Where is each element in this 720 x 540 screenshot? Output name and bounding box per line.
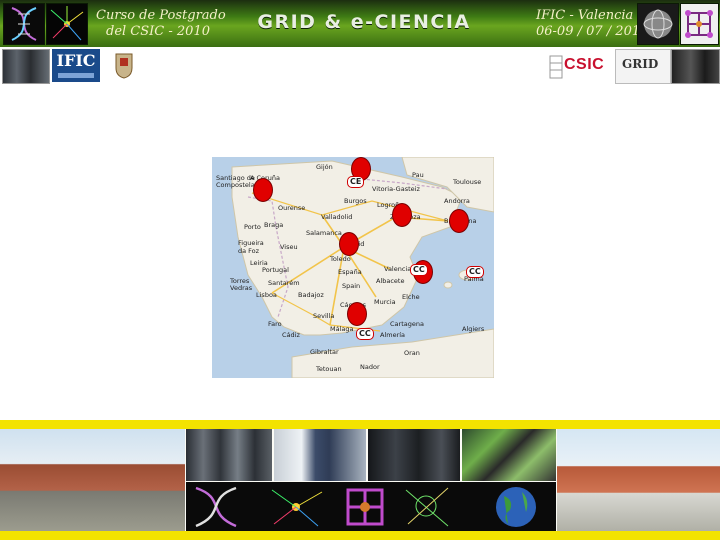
server-rack-photo — [2, 49, 50, 84]
server-room-photo-3 — [368, 429, 460, 481]
city-label: Málaga — [330, 325, 354, 333]
city-label: Portugal — [262, 266, 289, 274]
city-label: Salamanca — [306, 229, 342, 237]
lattice-thumbnail — [680, 3, 719, 45]
city-label: Cartagena — [390, 320, 424, 328]
site-tag[interactable]: CC — [410, 264, 428, 276]
molecule-grid-icon — [685, 10, 713, 38]
site-pin-marker[interactable] — [347, 302, 367, 326]
city-label: Gibraltar — [310, 348, 339, 356]
city-label: Almería — [380, 331, 406, 339]
city-label: Gijón — [316, 163, 333, 171]
city-label: Burgos — [344, 197, 367, 205]
city-label: Vitoria-Gasteiz — [372, 185, 420, 193]
city-label: Albacete — [376, 277, 405, 285]
site-tag[interactable]: CC — [356, 328, 374, 340]
csic-emblem-icon — [549, 55, 563, 79]
city-label: Leiria — [250, 259, 268, 267]
venue-line-2: 06-09 / 07 / 2010 — [536, 24, 649, 39]
university-seal-logo — [106, 50, 142, 82]
course-line-1: Curso de Postgrado — [96, 8, 226, 23]
city-label: Murcia — [374, 298, 396, 306]
particle-tracks-icon — [50, 6, 84, 41]
footer-top-stripe — [0, 420, 720, 429]
header-banner: Curso de Postgrado del CSIC - 2010 GRID … — [0, 0, 720, 47]
site-pin-marker[interactable] — [449, 209, 469, 233]
site-tag[interactable]: CE — [347, 176, 365, 188]
city-label: Braga — [264, 221, 284, 229]
city-label: Cádiz — [282, 331, 300, 339]
city-label: Nador — [360, 363, 380, 371]
city-label: Ourense — [278, 204, 306, 212]
datacenter-photo — [671, 49, 720, 84]
city-label: Viseu — [280, 243, 298, 251]
dna-thumbnail — [3, 3, 45, 45]
city-label: Sevilla — [313, 312, 335, 320]
city-label: Badajoz — [298, 291, 324, 299]
institute-building-photo — [557, 429, 720, 531]
venue-info: IFIC - Valencia 06-09 / 07 / 2010 — [536, 8, 648, 40]
site-tag[interactable]: CC — [466, 266, 484, 278]
city-label: España — [338, 268, 362, 276]
city-label: Toledo — [330, 255, 351, 263]
city-label: Valencia — [384, 265, 412, 273]
city-label: Elche — [402, 293, 420, 301]
site-pin-marker[interactable] — [253, 178, 273, 202]
collision-thumbnail — [46, 3, 88, 45]
city-label: da Foz — [238, 247, 260, 255]
campus-building-photo — [0, 429, 185, 531]
city-label: Porto — [244, 223, 261, 231]
city-label: Algiers — [462, 325, 485, 333]
science-montage — [195, 486, 536, 528]
course-name: Curso de Postgrado del CSIC - 2010 — [96, 8, 226, 40]
footer-photo-strip — [0, 429, 720, 540]
city-label: Toulouse — [453, 178, 482, 186]
city-label: Santarém — [268, 279, 300, 287]
site-pin-marker[interactable] — [339, 232, 359, 256]
map-of-iberia[interactable]: Santiago de Compostela A Coruña Gijón Pau Tou… — [212, 157, 494, 378]
grid-logo-text: GRID — [622, 57, 659, 71]
city-label: Figueira — [238, 239, 264, 247]
globe-icon — [643, 9, 673, 39]
ific-logo: IFIC — [52, 49, 100, 82]
footer-bottom-stripe — [0, 531, 720, 540]
page-title: GRID & e-CIENCIA — [257, 11, 471, 33]
ific-logo-text: IFIC — [56, 51, 96, 70]
city-label: Faro — [268, 320, 282, 328]
science-thumbnails — [186, 482, 556, 531]
csic-logo-text: CSIC — [564, 56, 605, 73]
city-label: Pau — [412, 171, 424, 179]
crest-icon — [115, 53, 133, 79]
site-pin-marker[interactable] — [392, 203, 412, 227]
city-label: Valladolid — [321, 213, 353, 221]
city-label: Lisboa — [256, 291, 277, 299]
server-room-photo-1 — [186, 429, 272, 481]
city-label: Oran — [404, 349, 420, 357]
grid-csic-logo: GRID — [615, 49, 671, 84]
city-label: Andorra — [444, 197, 470, 205]
city-label: Spain — [342, 282, 361, 290]
sphere-thumbnail — [637, 3, 679, 45]
csic-logo: CSIC — [548, 52, 610, 82]
course-line-2: del CSIC - 2010 — [106, 24, 210, 39]
server-room-photo-2 — [274, 429, 366, 481]
dna-icon — [11, 7, 37, 41]
city-label: Vedras — [230, 284, 253, 292]
city-label: Tetouan — [316, 365, 342, 373]
city-label: Compostela — [216, 181, 255, 189]
cable-rack-photo — [462, 429, 556, 481]
venue-line-1: IFIC - Valencia — [536, 8, 634, 23]
